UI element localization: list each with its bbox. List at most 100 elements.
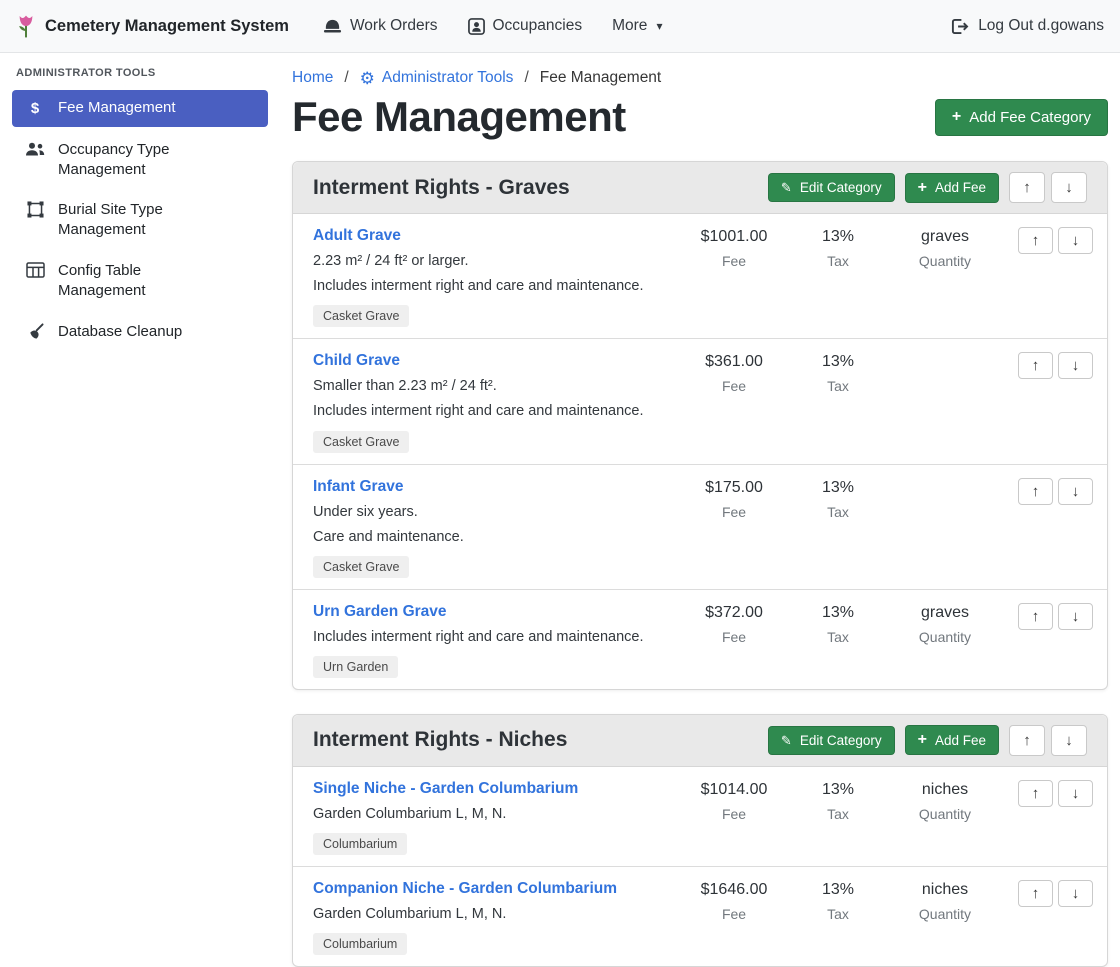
fee-name-link[interactable]: Adult Grave [313,227,401,245]
fee-description: Care and maintenance. [313,528,464,547]
sidebar-heading: ADMINISTRATOR TOOLS [16,67,264,79]
quantity-column: niches Quantity [886,780,1004,822]
fee-label: Fee [678,906,790,922]
move-category-up-button[interactable]: ↑ [1009,172,1045,203]
fee-tag: Urn Garden [313,656,398,678]
fee-label: Fee [678,378,790,394]
move-fee-down-button[interactable]: ↓ [1058,603,1093,630]
quantity-label: Quantity [886,253,1004,269]
people-icon [25,141,45,157]
fee-info: Child Grave Smaller than 2.23 m² / 24 ft… [313,352,678,452]
move-category-down-button[interactable]: ↓ [1051,172,1087,203]
fee-description: Under six years. [313,503,418,522]
breadcrumb-admin-tools[interactable]: ⚙ Administrator Tools [360,69,514,87]
dollar-icon: $ [25,99,45,119]
tax-value: 13% [790,881,886,899]
fee-description: Includes interment right and care and ma… [313,277,643,296]
breadcrumb-separator: / [524,69,528,87]
category-move-buttons: ↑ ↓ [1009,172,1087,203]
move-fee-down-button[interactable]: ↓ [1058,227,1093,254]
breadcrumb-home[interactable]: Home [292,69,333,87]
fee-label: Fee [678,504,790,520]
app-title: Cemetery Management System [45,17,289,36]
tax-value: 13% [790,228,886,246]
nav-work-orders[interactable]: Work Orders [323,17,438,35]
move-category-down-button[interactable]: ↓ [1051,725,1087,756]
fee-tag: Columbarium [313,833,407,855]
fee-name-link[interactable]: Infant Grave [313,478,403,496]
move-fee-down-button[interactable]: ↓ [1058,880,1093,907]
fee-name-link[interactable]: Urn Garden Grave [313,603,447,621]
fee-description: 2.23 m² / 24 ft² or larger. [313,252,469,271]
quantity-label: Quantity [886,806,1004,822]
fee-name-link[interactable]: Companion Niche - Garden Columbarium [313,880,617,898]
table-icon [25,262,45,278]
fee-description: Smaller than 2.23 m² / 24 ft². [313,377,497,396]
plus-icon: + [952,109,961,125]
fee-amount-column: $1014.00 Fee [678,780,790,822]
move-fee-down-button[interactable]: ↓ [1058,780,1093,807]
sidebar-item-burial-site-type-management[interactable]: Burial Site Type Management [12,192,268,248]
logout-link[interactable]: Log Out d.gowans [950,17,1104,35]
move-category-up-button[interactable]: ↑ [1009,725,1045,756]
fee-amount-column: $1001.00 Fee [678,227,790,269]
quantity-value: graves [886,228,1004,246]
fee-move-buttons: ↑ ↓ [1018,780,1093,807]
move-fee-down-button[interactable]: ↓ [1058,352,1093,379]
fee-info: Single Niche - Garden Columbarium Garden… [313,780,678,855]
category-header: Interment Rights - Niches ✎ Edit Categor… [293,715,1107,767]
quantity-column: graves Quantity [886,227,1004,269]
edit-category-button[interactable]: ✎ Edit Category [768,173,895,202]
edit-category-button[interactable]: ✎ Edit Category [768,726,895,755]
breadcrumb: Home / ⚙ Administrator Tools / Fee Manag… [292,69,1108,87]
move-fee-up-button[interactable]: ↑ [1018,780,1053,807]
quantity-column: niches Quantity [886,880,1004,922]
fee-amount: $1001.00 [678,228,790,246]
add-fee-category-label: Add Fee Category [969,109,1091,126]
nav-occupancies[interactable]: Occupancies [468,17,583,35]
plus-icon: + [918,180,927,196]
move-fee-up-button[interactable]: ↑ [1018,603,1053,630]
sidebar-item-database-cleanup[interactable]: Database Cleanup [12,314,268,350]
add-fee-button[interactable]: + Add Fee [905,725,999,755]
fee-tag: Columbarium [313,933,407,955]
fee-move-buttons: ↑ ↓ [1018,603,1093,630]
fee-category-card-graves: Interment Rights - Graves ✎ Edit Categor… [292,161,1108,690]
move-fee-up-button[interactable]: ↑ [1018,227,1053,254]
fee-description: Garden Columbarium L, M, N. [313,805,506,824]
fee-row: Single Niche - Garden Columbarium Garden… [293,767,1107,867]
sidebar: ADMINISTRATOR TOOLS $ Fee Management Occ… [0,53,280,939]
fee-amount-column: $175.00 Fee [678,478,790,520]
fee-tag: Casket Grave [313,431,409,453]
add-fee-category-button[interactable]: + Add Fee Category [935,99,1108,136]
tax-value: 13% [790,479,886,497]
move-fee-down-button[interactable]: ↓ [1058,478,1093,505]
tax-column: 13% Tax [790,780,886,822]
add-fee-button[interactable]: + Add Fee [905,173,999,203]
tax-label: Tax [790,629,886,645]
fee-amount: $175.00 [678,479,790,497]
quantity-label: Quantity [886,906,1004,922]
move-fee-up-button[interactable]: ↑ [1018,880,1053,907]
tax-column: 13% Tax [790,227,886,269]
fee-name-link[interactable]: Child Grave [313,352,400,370]
sidebar-item-config-table-management[interactable]: Config Table Management [12,253,268,309]
sidebar-item-occupancy-type-management[interactable]: Occupancy Type Management [12,132,268,188]
app-brand[interactable]: Cemetery Management System [16,13,289,40]
quantity-value: niches [886,781,1004,799]
move-fee-up-button[interactable]: ↑ [1018,352,1053,379]
nav-more[interactable]: More ▾ [612,17,662,35]
tax-value: 13% [790,353,886,371]
fee-tag: Casket Grave [313,556,409,578]
vector-square-icon [25,201,45,218]
sidebar-item-label: Occupancy Type Management [58,140,228,180]
move-fee-up-button[interactable]: ↑ [1018,478,1053,505]
fee-label: Fee [678,253,790,269]
tax-label: Tax [790,253,886,269]
fee-amount-column: $1646.00 Fee [678,880,790,922]
fee-name-link[interactable]: Single Niche - Garden Columbarium [313,780,578,798]
quantity-value: graves [886,604,1004,622]
quantity-value: niches [886,881,1004,899]
sidebar-item-fee-management[interactable]: $ Fee Management [12,90,268,127]
fee-description: Garden Columbarium L, M, N. [313,905,506,924]
